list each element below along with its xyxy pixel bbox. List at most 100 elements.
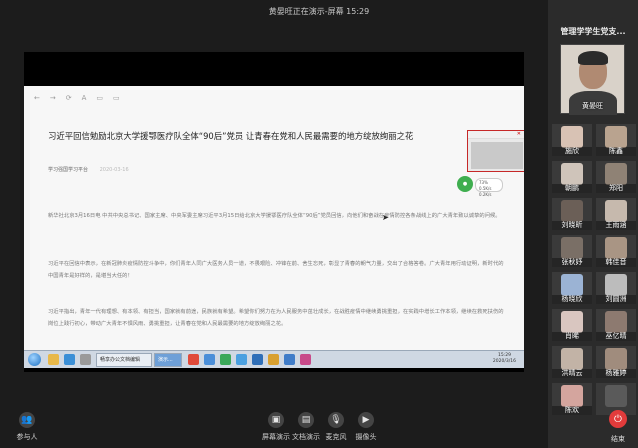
presenter-name: 黄晏旺 xyxy=(582,102,603,110)
windows-taskbar: 畅享办公文档编辑 演示... 15:29 2020/3/16 xyxy=(24,350,524,368)
mouse-cursor-icon: ➤ xyxy=(382,213,389,222)
taskbar-item: 演示... xyxy=(154,353,182,367)
participants-button[interactable]: 👥 参与人 xyxy=(7,412,47,442)
participant-tile[interactable]: 刘晓昕 xyxy=(552,198,592,230)
avatar xyxy=(605,163,627,185)
article-paragraph: 新华社北京3月16日电 中共中央总书记、国家主席、中央军委主席习近平3月15日给… xyxy=(48,213,501,219)
avatar xyxy=(561,311,583,333)
participant-name: 陈鑫 xyxy=(596,147,636,156)
app-icon xyxy=(268,354,279,365)
participant-name: 杨雅婷 xyxy=(596,369,636,378)
avatar xyxy=(605,348,627,370)
article-meta: 学习强国学习平台 2020-03-16 xyxy=(48,166,139,173)
app-icon xyxy=(284,354,295,365)
speed-ball-icon: ● xyxy=(457,176,473,192)
folder-icon xyxy=(48,354,59,365)
participant-name: 郑阳 xyxy=(596,184,636,193)
avatar xyxy=(561,274,583,296)
forward-icon: → xyxy=(49,94,56,102)
participant-name: 施欣 xyxy=(552,147,592,156)
avatar xyxy=(561,348,583,370)
network-speed-chip: 73% 0.5K/s 0.2K/s xyxy=(475,178,503,197)
taskbar-clock: 15:29 2020/3/16 xyxy=(493,353,516,365)
power-icon: ⏻ xyxy=(614,413,622,425)
avatar xyxy=(561,126,583,148)
participant-tile[interactable]: 杨雅婷 xyxy=(596,346,636,378)
floating-video-window: ✕ xyxy=(467,130,524,172)
camera-button[interactable]: ▶ 摄像头 xyxy=(346,412,386,442)
participant-tile[interactable]: 杨晓欣 xyxy=(552,272,592,304)
presenter-hair xyxy=(578,51,608,65)
participant-name: 肖晞 xyxy=(552,332,592,341)
participant-name: 杨晓欣 xyxy=(552,295,592,304)
participant-name: 陈欢 xyxy=(552,406,592,415)
participant-tile[interactable]: 陈欢 xyxy=(552,383,592,415)
media-icon xyxy=(80,354,91,365)
avatar xyxy=(561,200,583,222)
article-source: 学习强国学习平台 xyxy=(48,167,89,173)
close-icon: ✕ xyxy=(468,131,524,139)
bottom-toolbar: 👥 参与人 ▣ 屏幕演示 ▤ 文档演示 🎙 麦克风 ▶ 摄像头 xyxy=(0,400,548,448)
end-meeting-button[interactable]: ⏻ xyxy=(609,410,627,428)
camera-label: 摄像头 xyxy=(355,433,377,441)
article-paragraph: 习近平在回信中表示，在新冠肺炎疫情防控斗争中，你们青年人同广大医务人员一道，不畏… xyxy=(48,261,504,279)
participant-name: 刘圆洲 xyxy=(596,295,636,304)
participant-tile[interactable]: 肖晞 xyxy=(552,309,592,341)
app-icon xyxy=(204,354,215,365)
app-icon xyxy=(188,354,199,365)
meeting-window: 黄晏旺正在演示-屏幕 15:29 — □ ✕ ← → ⟳ A ▭ ▭ 习近平回信… xyxy=(0,0,638,448)
article-paragraph: 习近平指出，青年一代有理想、有本领、有担当，国家就有前途，民族就有希望。希望你们… xyxy=(48,309,504,327)
participant-name: 刘晓昕 xyxy=(552,221,592,230)
window-icon: ▭ xyxy=(113,94,120,102)
participant-tile[interactable]: 巫亿晴 xyxy=(596,309,636,341)
browser-icon xyxy=(64,354,75,365)
participant-tile[interactable]: 刘圆洲 xyxy=(596,272,636,304)
participant-tile[interactable]: 张秋妤 xyxy=(552,235,592,267)
clock-date: 2020/3/16 xyxy=(492,359,516,364)
participant-tile[interactable]: 朝鹏 xyxy=(552,161,592,193)
avatar xyxy=(605,126,627,148)
taskbar-item: 畅享办公文档编辑 xyxy=(96,353,152,367)
participant-tile[interactable]: 洪晴云 xyxy=(552,346,592,378)
participant-name: 巫亿晴 xyxy=(596,332,636,341)
folder-icon: ▤ xyxy=(298,412,314,428)
start-orb-icon xyxy=(28,353,41,366)
end-label: 结束 xyxy=(611,435,625,443)
group-title: 管理学学生党支... xyxy=(560,27,626,36)
shared-document: ← → ⟳ A ▭ ▭ 习近平回信勉励北京大学援鄂医疗队全体“90后”党员 让青… xyxy=(24,86,524,350)
participant-name: 洪晴云 xyxy=(552,369,592,378)
video-thumbnail xyxy=(471,142,523,169)
participant-tile[interactable]: 韩佳音 xyxy=(596,235,636,267)
participants-label: 参与人 xyxy=(16,433,38,441)
participant-tile[interactable]: 王雨涵 xyxy=(596,198,636,230)
article-title: 习近平回信勉励北京大学援鄂医疗队全体“90后”党员 让青春在党和人民最需要的地方… xyxy=(48,131,414,141)
text-icon: A xyxy=(81,94,87,102)
participant-tile[interactable]: 郑阳 xyxy=(596,161,636,193)
participant-name: 朝鹏 xyxy=(552,184,592,193)
window-title: 黄晏旺正在演示-屏幕 15:29 xyxy=(268,7,370,16)
people-icon: 👥 xyxy=(19,412,35,428)
participant-grid: 施欣 陈鑫朝鹏 郑阳刘晓昕 王雨涵张秋妤 韩佳音杨晓欣 刘圆洲肖晞 巫亿晴洪晴云 杨雅婷陈欢 xyxy=(552,124,636,415)
participants-sidebar: 管理学学生党支... 黄晏旺 施欣 陈鑫朝鹏 郑阳刘晓昕 王雨涵张秋妤 韩佳音杨晓欣 刘圆… xyxy=(548,0,638,448)
camera-icon: ▶ xyxy=(358,412,374,428)
participant-name: 韩佳音 xyxy=(596,258,636,267)
participant-tile[interactable]: 施欣 xyxy=(552,124,592,156)
avatar xyxy=(561,385,583,407)
presenter-video[interactable]: 黄晏旺 xyxy=(560,44,625,115)
refresh-icon: ⟳ xyxy=(65,94,72,102)
avatar xyxy=(561,237,583,259)
browser-toolbar: ← → ⟳ A ▭ ▭ xyxy=(34,94,120,102)
app-icon xyxy=(252,354,263,365)
screen-share-icon: ▣ xyxy=(268,412,284,428)
window-icon: ▭ xyxy=(96,94,104,102)
avatar xyxy=(605,200,627,222)
participant-name: 王雨涵 xyxy=(596,221,636,230)
participant-name: 张秋妤 xyxy=(552,258,592,267)
back-icon: ← xyxy=(34,94,40,102)
app-icon xyxy=(220,354,231,365)
avatar xyxy=(605,311,627,333)
app-icon xyxy=(300,354,311,365)
app-icon xyxy=(236,354,247,365)
participant-tile[interactable]: 陈鑫 xyxy=(596,124,636,156)
avatar xyxy=(605,237,627,259)
